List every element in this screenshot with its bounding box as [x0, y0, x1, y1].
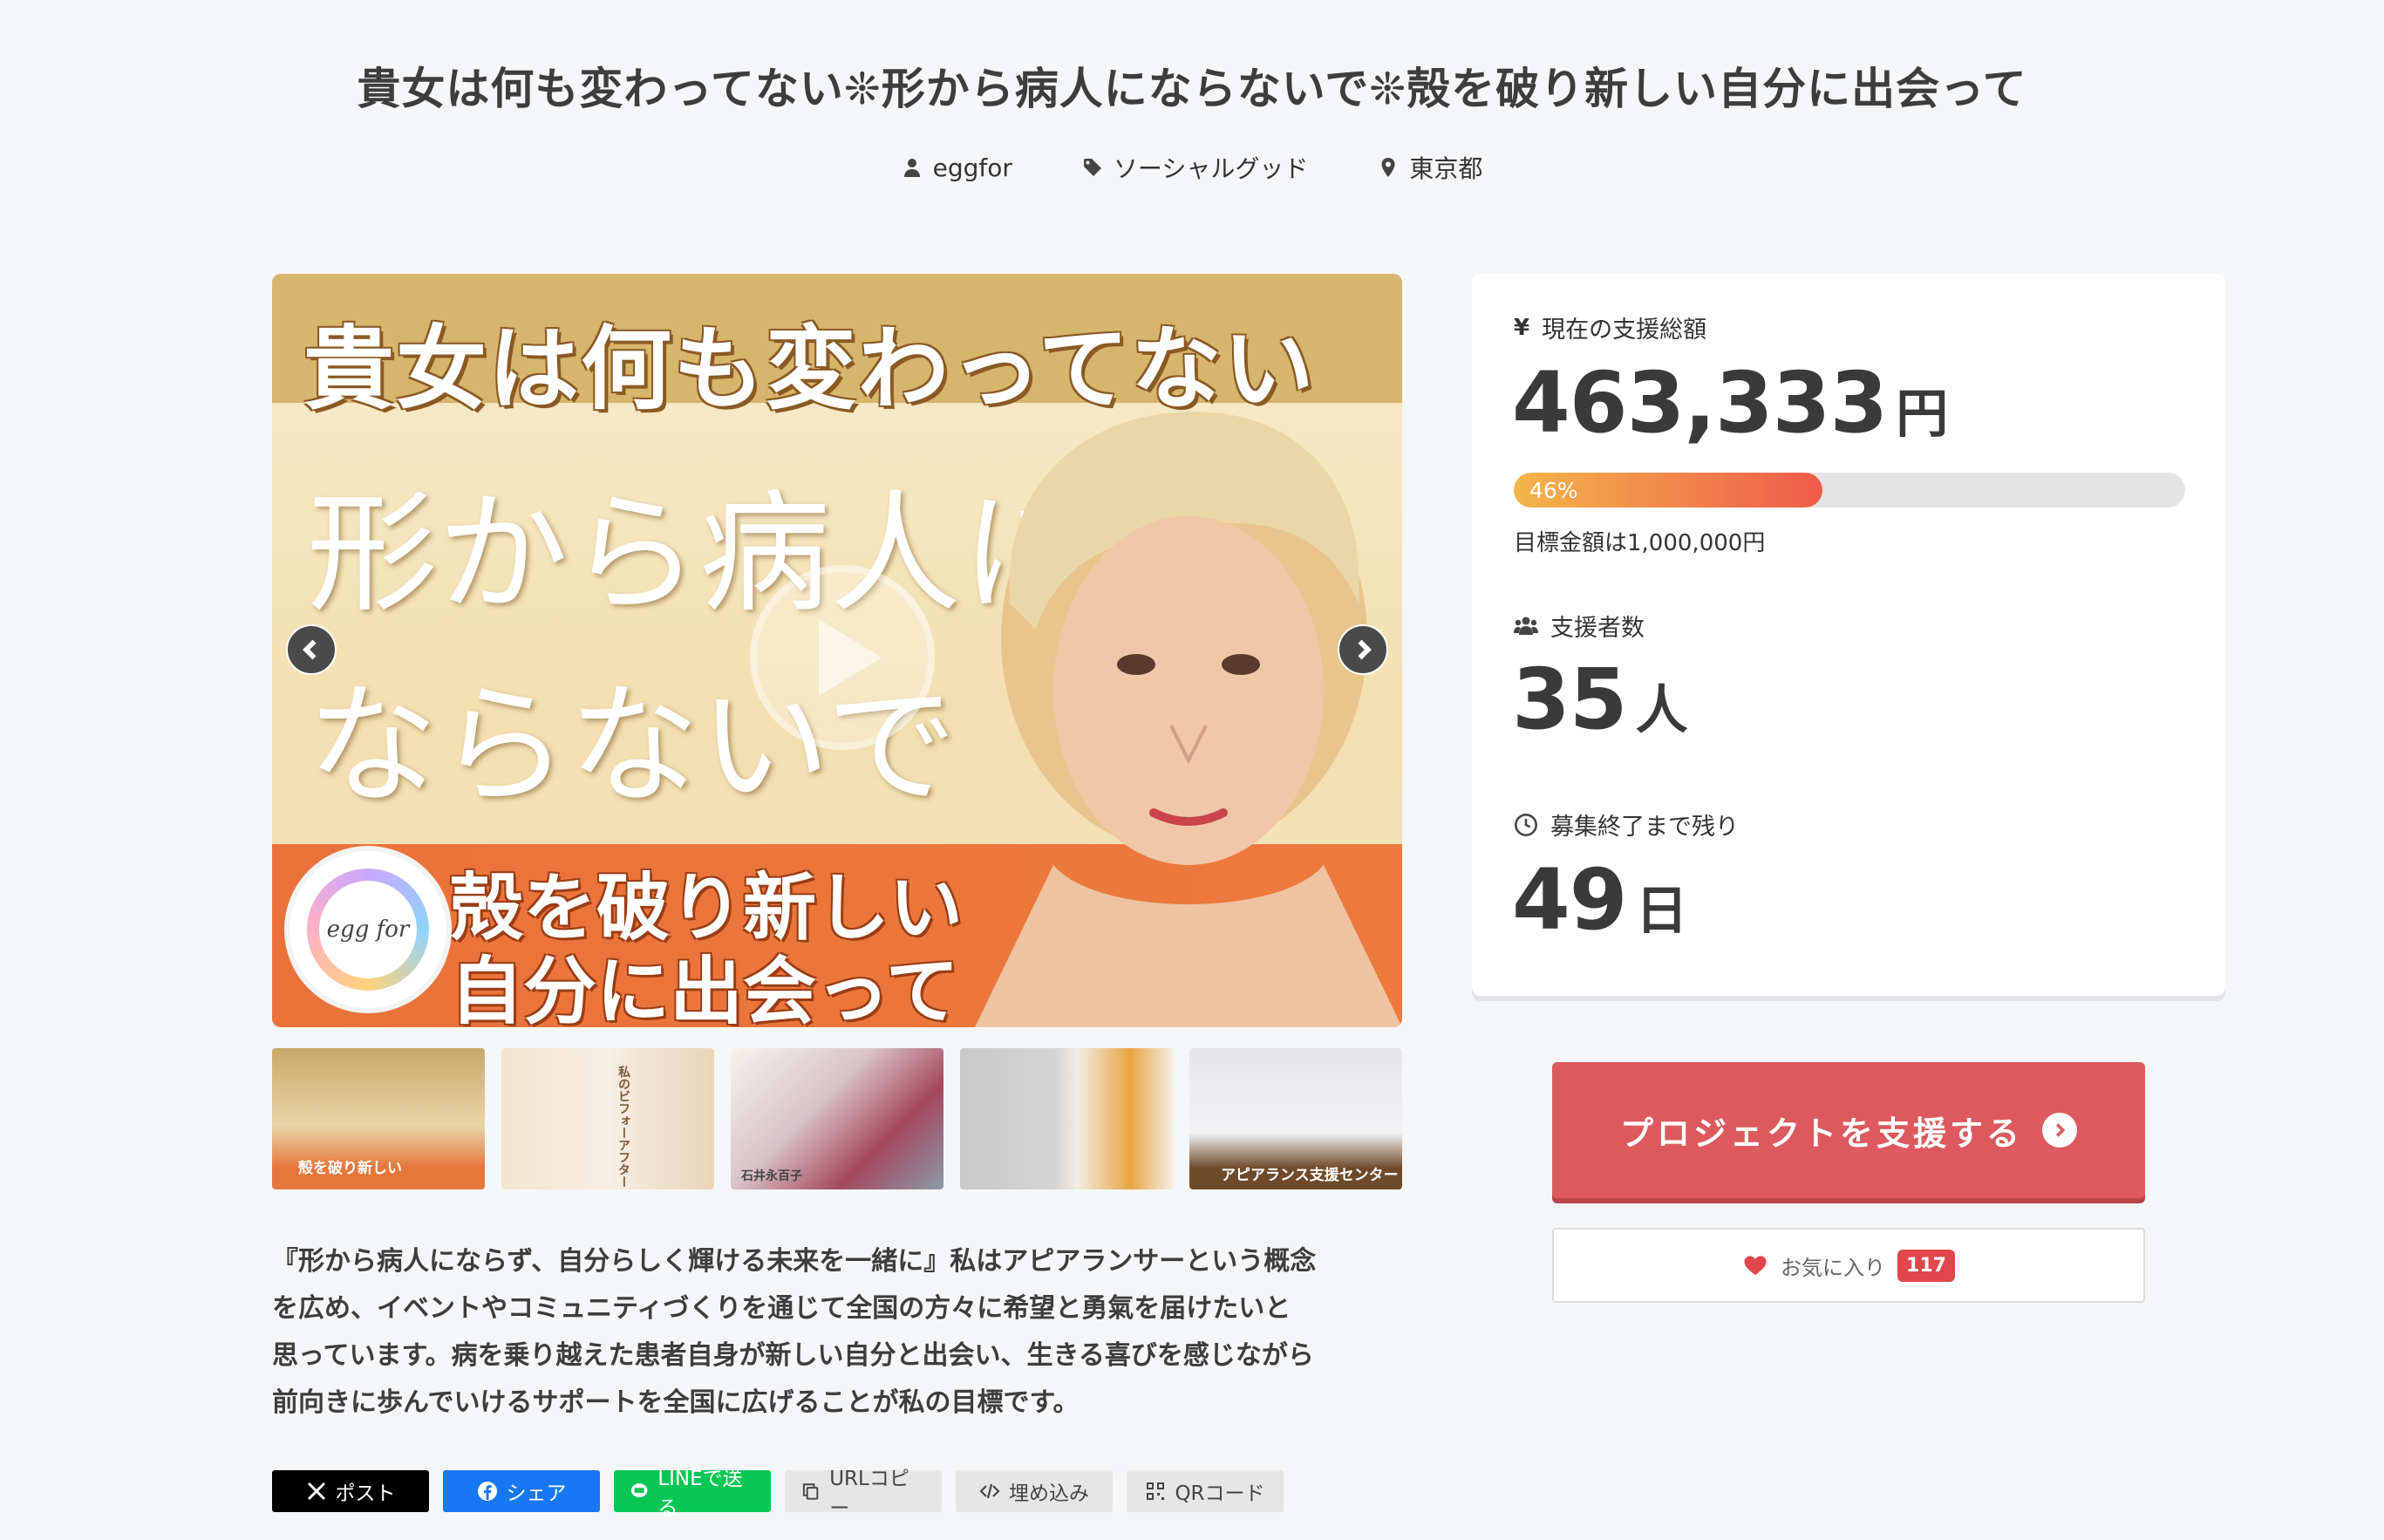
thumbnail-5-label: アピアランス支援センター	[1221, 1167, 1399, 1184]
chevron-left-icon	[303, 639, 317, 660]
amount-value: 463,333 円	[1512, 354, 1948, 452]
funding-stats-card: ¥ 現在の支援総額 463,333 円 46% 目標金額は1,000,000円 支…	[1472, 274, 2225, 996]
location-name: 東京都	[1409, 154, 1483, 183]
main-visual-carousel[interactable]: 貴女は何も変わってない 形から病人に ならないで 殻を破り新しい 自分に出会って…	[272, 274, 1402, 1027]
support-project-label: プロジェクトを支援する	[1619, 1114, 2023, 1153]
favorite-count-badge: 117	[1897, 1249, 1955, 1282]
yen-icon: ¥	[1514, 314, 1530, 341]
owner-name: eggfor	[932, 153, 1012, 182]
copy-icon	[802, 1483, 819, 1500]
chevron-right-icon	[1358, 639, 1372, 660]
goal-amount: 目標金額は1,000,000円	[1514, 530, 1766, 556]
play-video-button[interactable]	[750, 565, 935, 750]
eggfor-logo-text: egg for	[319, 881, 417, 978]
code-icon	[979, 1483, 1000, 1499]
line-icon	[630, 1483, 648, 1497]
heart-icon	[1744, 1256, 1767, 1276]
location-pin-icon	[1381, 158, 1395, 177]
qr-code-icon	[1147, 1482, 1165, 1500]
thumbnail-3-label: 石井永百子	[741, 1169, 802, 1183]
funding-progress-fill: 46%	[1514, 473, 1823, 508]
remaining-label-row: 募集終了まで残り	[1514, 807, 1739, 842]
support-project-button[interactable]: プロジェクトを支援する	[1552, 1062, 2145, 1198]
category-name: ソーシャルグッド	[1113, 154, 1309, 183]
embed-label: 埋め込み	[1009, 1482, 1089, 1505]
thumbnail-1-label: 殻を破り新しい	[298, 1160, 402, 1177]
favorite-button[interactable]: お気に入り 117	[1552, 1228, 2145, 1303]
carousel-next-button[interactable]	[1338, 624, 1388, 675]
thumbnail-2-label: 私のビフォーアフター	[616, 1066, 630, 1188]
share-line-label: LINEで送る	[657, 1468, 743, 1520]
share-line-button[interactable]: LINEで送る	[614, 1468, 771, 1520]
share-buttons: ポスト シェア LINEで送る URLコピー 埋め込み QRコード	[272, 1468, 1284, 1520]
embed-button[interactable]: 埋め込み	[956, 1470, 1113, 1512]
owner-link[interactable]: eggfor	[902, 150, 1012, 185]
location-link[interactable]: 東京都	[1378, 150, 1482, 185]
remaining-value: 49 日	[1512, 851, 1688, 949]
description-line: 思っています。病を乗り越えた患者自身が新しい自分と出会い、生きる喜びを感じながら	[272, 1340, 1314, 1371]
tag-icon	[1083, 159, 1101, 176]
funding-progress-text: 46%	[1529, 477, 1578, 503]
share-facebook-button[interactable]: シェア	[443, 1470, 600, 1512]
eggfor-logo: egg for	[284, 846, 452, 1013]
amount-unit: 円	[1896, 384, 1949, 445]
users-icon	[1514, 617, 1538, 635]
share-x-button[interactable]: ポスト	[272, 1470, 429, 1512]
thumbnail-1[interactable]: 殻を破り新しい	[272, 1048, 485, 1189]
qr-code-button[interactable]: QRコード	[1127, 1470, 1284, 1512]
thumbnail-3[interactable]: 石井永百子	[731, 1048, 943, 1189]
carousel-prev-button[interactable]	[286, 624, 337, 675]
copy-url-button[interactable]: URLコピー	[785, 1468, 942, 1520]
description-line: 前向きに歩んでいけるサポートを全国に広げることが私の目標です。	[272, 1387, 1080, 1418]
share-facebook-label: シェア	[506, 1482, 567, 1505]
user-icon	[903, 159, 920, 177]
project-title: 貴女は何も変わってない❊形から病人にならないで❊殻を破り新しい自分に出会って	[357, 64, 2027, 114]
arrow-right-circle-icon	[2042, 1113, 2077, 1148]
funding-progress-bar: 46%	[1514, 473, 2185, 508]
thumbnail-4[interactable]	[960, 1048, 1173, 1189]
supporters-number: 35	[1512, 651, 1628, 748]
category-link[interactable]: ソーシャルグッド	[1082, 150, 1308, 185]
thumbnail-2[interactable]: 私のビフォーアフター	[501, 1048, 714, 1189]
description-line: を広め、イベントやコミュニティづくりを通じて全国の方々に希望と勇氣を届けたいと	[272, 1293, 1291, 1324]
clock-icon	[1515, 813, 1537, 836]
play-icon	[819, 619, 882, 696]
project-description: 『形から病人にならず、自分らしく輝ける未来を一緒に』私はアピアランサーという概念…	[272, 1238, 1406, 1427]
facebook-icon	[477, 1482, 497, 1501]
copy-url-label: URLコピー	[829, 1468, 909, 1520]
remaining-number: 49	[1512, 851, 1628, 949]
main-visual-bottom-line2: 自分に出会って	[450, 949, 959, 1027]
supporters-label: 支援者数	[1550, 615, 1645, 642]
x-logo-icon	[307, 1482, 325, 1501]
thumbnail-strip: 殻を破り新しい 私のビフォーアフター 石井永百子 アピアランス支援センター	[272, 1048, 1402, 1189]
project-meta: eggfor ソーシャルグッド 東京都	[0, 150, 2384, 185]
supporters-unit: 人	[1635, 680, 1688, 741]
amount-number: 463,333	[1512, 354, 1888, 452]
amount-label: 現在の支援総額	[1542, 317, 1707, 344]
thumbnail-5[interactable]: アピアランス支援センター	[1189, 1048, 1402, 1189]
amount-label-row: ¥ 現在の支援総額	[1514, 310, 1706, 344]
favorite-label: お気に入り	[1781, 1255, 1886, 1280]
supporters-label-row: 支援者数	[1514, 609, 1645, 643]
share-x-label: ポスト	[335, 1482, 396, 1505]
remaining-unit: 日	[1635, 881, 1688, 942]
description-line: 『形から病人にならず、自分らしく輝ける未来を一緒に』私はアピアランサーという概念	[272, 1246, 1317, 1277]
remaining-label: 募集終了まで残り	[1550, 814, 1739, 841]
portrait-image	[975, 412, 1402, 1027]
qr-code-label: QRコード	[1175, 1482, 1265, 1505]
supporters-value: 35 人	[1512, 651, 1688, 748]
